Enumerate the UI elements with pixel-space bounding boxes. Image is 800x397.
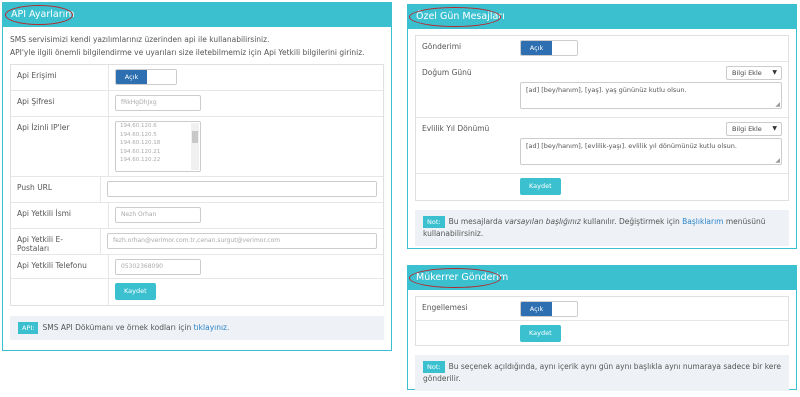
repeat-send-header: Mükerrer Gönderim (408, 266, 796, 290)
special-days-panel: Özel Gün Mesajları Gönderimi Açık Doğum … (407, 4, 797, 249)
api-intro-line1: SMS servisimizi kendi yazılımlarınız üze… (10, 35, 270, 44)
api-email-label: Api Yetkili E-Postaları (11, 229, 101, 254)
api-save-row: Kaydet (11, 279, 383, 305)
birthday-info-select[interactable]: Bilgi Ekle ▼ (726, 66, 782, 80)
anniversary-message-textarea[interactable]: [ad] [bey/hanım], [evlilik-yaşı]. evlili… (520, 138, 782, 165)
api-settings-panel: API Ayarlarım SMS servisimizi kendi yazı… (2, 2, 392, 351)
repeat-send-panel: Mükerrer Gönderim Engellemesi Açık Kayde… (407, 265, 797, 391)
special-save-row: Kaydet (416, 174, 788, 200)
caret-down-icon: ▼ (772, 125, 777, 132)
special-note-text2: kullanılır. Değiştirmek için (583, 217, 680, 226)
api-save-button[interactable]: Kaydet (115, 283, 156, 300)
select-value: Bilgi Ekle (732, 69, 762, 77)
repeat-note-tag: Not: (423, 361, 445, 373)
api-password-row: Api Şifresi fRkHgDhJxg (11, 91, 383, 117)
anniversary-row: Evlilik Yıl Dönümü Bilgi Ekle ▼ [ad] [bey… (416, 118, 788, 174)
api-phone-label: Api Yetkili Telefonu (11, 255, 109, 278)
toggle-on-label: Açık (521, 41, 552, 55)
repeat-note-text: Bu seçenek açıldığında, aynı içerik aynı… (423, 362, 781, 383)
special-form: Gönderimi Açık Doğum Günü Bilgi Ekle ▼ [a… (415, 35, 789, 201)
api-note-tag: API: (18, 322, 39, 334)
anniversary-label: Evlilik Yıl Dönümü (422, 124, 490, 133)
highlight-oval (409, 268, 501, 288)
push-url-row: Push URL (11, 177, 383, 203)
resize-grip-icon[interactable]: ◢ (775, 101, 780, 108)
titles-link[interactable]: Başlıklarım (682, 217, 723, 226)
highlight-oval (5, 5, 73, 25)
repeat-block-toggle[interactable]: Açık (520, 301, 578, 317)
api-access-label: Api Erişimi (11, 65, 109, 90)
special-note-tag: Not: (423, 216, 445, 228)
special-note-italic: varsayılan başlığınız (504, 217, 581, 226)
toggle-on-label: Açık (116, 70, 147, 84)
api-access-toggle[interactable]: Açık (115, 69, 177, 85)
api-phone-row: Api Yetkili Telefonu 05302368090 (11, 255, 383, 279)
select-value: Bilgi Ekle (732, 125, 762, 133)
textarea-value: [ad] [bey/hanım], [evlilik-yaşı]. evlili… (526, 142, 737, 150)
repeat-save-button[interactable]: Kaydet (520, 325, 561, 342)
toggle-on-label: Açık (521, 302, 552, 316)
special-send-label: Gönderimi (422, 42, 462, 51)
special-save-button[interactable]: Kaydet (520, 178, 561, 195)
repeat-block-row: Engellemesi Açık (416, 297, 788, 321)
push-url-label: Push URL (11, 177, 101, 202)
api-ips-listbox[interactable]: 194.60.120.6 194.60.120.5 194.60.120.18 … (115, 121, 201, 172)
api-settings-header: API Ayarlarım (3, 3, 391, 27)
api-intro: SMS servisimizi kendi yazılımlarınız üze… (10, 33, 384, 59)
special-note-text1: Bu mesajlarda (448, 217, 503, 226)
special-send-row: Gönderimi Açık (416, 36, 788, 62)
api-ips-row: Api İzinli IP'ler 194.60.120.6 194.60.12… (11, 117, 383, 177)
api-note: API: SMS API Dökümanı ve örnek kodları iç… (10, 316, 384, 340)
api-docs-link[interactable]: tıklayınız. (194, 323, 230, 332)
api-password-input[interactable]: fRkHgDhJxg (115, 95, 201, 111)
api-password-label: Api Şifresi (11, 91, 109, 116)
api-email-input[interactable]: fezh.orhan@verimor.com.tr,cenan.surgut@v… (107, 233, 377, 249)
resize-grip-icon[interactable]: ◢ (775, 157, 780, 164)
caret-down-icon: ▼ (772, 69, 777, 76)
special-note: Not: Bu mesajlarda varsayılan başlığınız … (415, 210, 789, 246)
scrollbar-thumb[interactable] (192, 131, 198, 143)
repeat-form: Engellemesi Açık Kaydet (415, 296, 789, 346)
ip-item[interactable]: 194.60.120.21 (116, 148, 200, 157)
ip-item[interactable]: 194.60.120.5 (116, 131, 200, 140)
api-access-row: Api Erişimi Açık (11, 65, 383, 91)
birthday-label: Doğum Günü (422, 68, 472, 77)
api-ips-label: Api İzinli IP'ler (11, 117, 109, 176)
repeat-save-row: Kaydet (416, 321, 788, 345)
ip-item[interactable]: 194.60.120.6 (116, 122, 200, 131)
push-url-input[interactable] (107, 181, 377, 197)
api-phone-input[interactable]: 05302368090 (115, 259, 201, 275)
special-send-toggle[interactable]: Açık (520, 40, 578, 56)
birthday-row: Doğum Günü Bilgi Ekle ▼ [ad] [bey/hanım],… (416, 62, 788, 118)
repeat-note: Not: Bu seçenek açıldığında, aynı içerik … (415, 355, 789, 391)
anniversary-info-select[interactable]: Bilgi Ekle ▼ (726, 122, 782, 136)
ip-item[interactable]: 194.60.120.22 (116, 156, 200, 165)
api-intro-line2: API'yle ilgili önemli bilgilendirme ve u… (10, 48, 365, 57)
api-note-text: SMS API Dökümanı ve örnek kodları için (42, 323, 192, 332)
ip-item[interactable]: 194.60.120.18 (116, 139, 200, 148)
api-name-input[interactable]: Nezh Orhan (115, 207, 201, 223)
api-name-row: Api Yetkili İsmi Nezh Orhan (11, 203, 383, 229)
api-form: Api Erişimi Açık Api Şifresi fRkHgDhJxg … (10, 64, 384, 306)
highlight-oval (409, 7, 501, 27)
repeat-block-label: Engellemesi (422, 303, 468, 312)
api-email-row: Api Yetkili E-Postaları fezh.orhan@verim… (11, 229, 383, 255)
special-days-header: Özel Gün Mesajları (408, 5, 796, 29)
birthday-message-textarea[interactable]: [ad] [bey/hanım], [yaş]. yaş gününüz kut… (520, 82, 782, 109)
textarea-value: [ad] [bey/hanım], [yaş]. yaş gününüz kut… (526, 86, 687, 94)
api-name-label: Api Yetkili İsmi (11, 203, 109, 228)
